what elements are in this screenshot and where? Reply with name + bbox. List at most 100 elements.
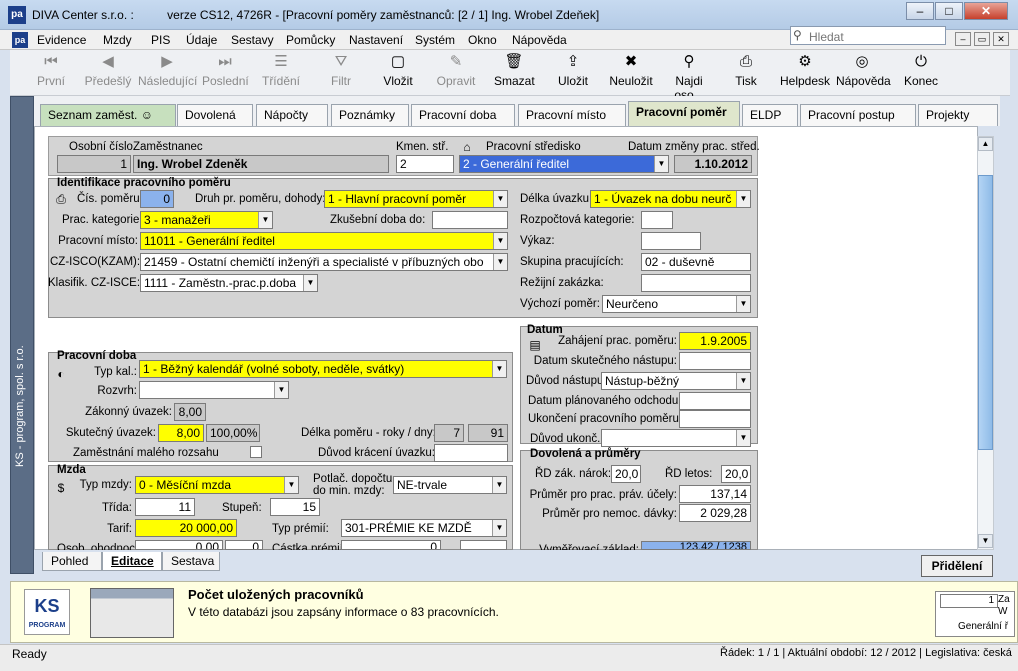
class-label: Třída: [101, 502, 132, 514]
budget-category-field[interactable] [641, 211, 673, 229]
menu-okno[interactable]: Okno [468, 33, 497, 47]
category-select[interactable]: 3 - manažeři ▼ [140, 211, 273, 229]
bonus-amount-field[interactable]: 0 [341, 540, 441, 550]
avg-labor-field[interactable]: 137,14 [679, 485, 751, 503]
discard-button[interactable]: ✖ Neuložit [608, 52, 654, 88]
home-center-field[interactable]: 2 [396, 155, 454, 173]
assignment-button[interactable]: Přidělení [921, 555, 993, 577]
legal-leave-field[interactable]: 20,0 [611, 465, 641, 483]
scroll-up-icon[interactable]: ▲ [978, 137, 993, 151]
report-field[interactable] [641, 232, 701, 250]
insert-button[interactable]: ▢ Vložit [380, 52, 416, 88]
personal-rating-field[interactable]: 0,00 [135, 540, 223, 550]
menu-system[interactable]: Systém [415, 33, 455, 47]
suppress-min-wage-select[interactable]: NE-trvale ▼ [393, 476, 507, 494]
tab-employment[interactable]: Pracovní poměr [628, 101, 740, 128]
contract-type-select[interactable]: 1 - Hlavní pracovní poměr ▼ [324, 190, 508, 208]
mdi-close-button[interactable]: ✕ [993, 32, 1009, 46]
work-center-select[interactable]: 2 - Generální ředitel ▼ [459, 155, 669, 173]
save-button[interactable]: ⇪ Uložit [554, 52, 592, 88]
menu-evidence[interactable]: Evidence [37, 33, 86, 47]
bonus-extra-field[interactable] [460, 540, 507, 550]
menu-nastaveni[interactable]: Nastavení [349, 33, 403, 47]
find-person-button[interactable]: ⚲ Najdi oso... [660, 52, 718, 102]
planned-leave-field[interactable] [679, 392, 751, 410]
delete-button[interactable]: 🗑 Smazat [494, 52, 535, 88]
help-button[interactable]: ◎ Nápověda [836, 52, 891, 88]
isce-select[interactable]: 1111 - Zaměstn.-prac.p.doba ▼ [140, 274, 318, 292]
sort-button[interactable]: ☰ Třídění [260, 52, 302, 88]
assessment-base-field[interactable]: 123,42 / 1238 [641, 541, 751, 550]
grade-field[interactable]: 15 [270, 498, 320, 516]
schedule-label: Rozvrh: [97, 385, 137, 397]
tab-edit[interactable]: Editace [102, 552, 162, 571]
actual-hours-field[interactable]: 8,00 [158, 424, 204, 442]
duration-select[interactable]: 1 - Úvazek na dobu neurč ▼ [590, 190, 751, 208]
isco-select[interactable]: 21459 - Ostatní chemičtí inženýři a spec… [140, 253, 508, 271]
probation-field[interactable] [432, 211, 508, 229]
schedule-select[interactable]: ▼ [139, 381, 289, 399]
edit-button[interactable]: ✎ Opravit [435, 52, 477, 88]
start-date-field[interactable]: 1.9.2005 [679, 332, 751, 350]
termination-reason-select[interactable]: ▼ [601, 429, 751, 447]
minimize-button[interactable]: – [906, 2, 934, 20]
search-input[interactable] [790, 26, 946, 45]
filter-button[interactable]: ⛛ Filtr [326, 52, 356, 88]
menu-sestavy[interactable]: Sestavy [231, 33, 274, 47]
tab-working-time[interactable]: Pracovní doba [411, 104, 515, 126]
last-button[interactable]: ⏭ Poslední [202, 52, 249, 88]
worker-group-field[interactable]: 02 - duševně [641, 253, 751, 271]
overhead-order-field[interactable] [641, 274, 751, 292]
bonus-type-select[interactable]: 301-PRÉMIE KE MZDĚ ▼ [341, 519, 507, 537]
exit-button[interactable]: ⏻ Konec [904, 52, 938, 88]
mdi-minimize-button[interactable]: – [955, 32, 971, 46]
tab-report[interactable]: Sestava [162, 552, 220, 571]
calendar-type-select[interactable]: 1 - Běžný kalendář (volné soboty, neděle… [139, 360, 507, 378]
first-button[interactable]: ⏮ První [32, 52, 70, 88]
small-scale-label: Zaměstnání malého rozsahu [73, 447, 219, 459]
tab-work-procedure[interactable]: Pracovní postup [800, 104, 916, 126]
menu-pis[interactable]: PIS [151, 33, 170, 47]
printer-small-icon[interactable]: ⎙ [53, 191, 69, 207]
tab-view[interactable]: Pohled [42, 552, 102, 571]
chevron-down-icon: ▼ [303, 275, 317, 291]
tab-napocty[interactable]: Nápočty [256, 104, 328, 126]
tab-projects[interactable]: Projekty [918, 104, 998, 126]
maximize-button[interactable]: □ [935, 2, 963, 20]
next-button[interactable]: ▶ Následující [138, 52, 197, 88]
scroll-down-icon[interactable]: ▼ [978, 534, 993, 548]
start-reason-select[interactable]: Nástup-běžný ▼ [601, 372, 751, 390]
close-button[interactable]: ✕ [964, 2, 1008, 20]
termination-field[interactable] [679, 410, 751, 428]
print-button[interactable]: ⎙ Tisk [734, 52, 758, 88]
menu-udaje[interactable]: Údaje [186, 33, 217, 47]
mdi-restore-button[interactable]: ▭ [974, 32, 990, 46]
isco-label: CZ-ISCO(KZAM): [50, 256, 141, 268]
menu-napoveda[interactable]: Nápověda [512, 33, 567, 47]
wage-type-select[interactable]: 0 - Měsíční mzda ▼ [135, 476, 299, 494]
termination-label: Ukončení pracovního poměru: [528, 413, 683, 425]
avg-sickness-field[interactable]: 2 029,28 [679, 504, 751, 522]
tariff-field[interactable]: 20 000,00 [135, 519, 237, 537]
menu-mzdy[interactable]: Mzdy [103, 33, 132, 47]
contract-number-field[interactable]: 0 [140, 190, 174, 208]
reduction-reason-field[interactable] [434, 444, 508, 462]
tab-notes[interactable]: Poznámky [331, 104, 409, 126]
tab-vacation[interactable]: Dovolená [177, 104, 253, 126]
chevron-down-icon: ▼ [654, 156, 668, 172]
leave-this-year-field[interactable]: 20,0 [721, 465, 751, 483]
tab-eldp[interactable]: ELDP [742, 104, 798, 126]
chevron-down-icon: ▼ [274, 382, 288, 398]
personal-rating-field-2[interactable]: 0 [225, 540, 263, 550]
previous-button[interactable]: ◀ Předešlý [82, 52, 134, 88]
work-position-select[interactable]: 11011 - Generální ředitel ▼ [140, 232, 508, 250]
actual-start-field[interactable] [679, 352, 751, 370]
small-scale-checkbox[interactable] [250, 446, 262, 458]
scroll-thumb[interactable] [978, 175, 993, 450]
menu-pomucky[interactable]: Pomůcky [286, 33, 335, 47]
class-field[interactable]: 11 [135, 498, 195, 516]
tab-work-position[interactable]: Pracovní místo [518, 104, 626, 126]
default-contract-select[interactable]: Neurčeno ▼ [602, 295, 751, 313]
helpdesk-button[interactable]: ⚙ Helpdesk [780, 52, 830, 88]
tab-employees[interactable]: Seznam zaměst. ☺ [40, 104, 176, 126]
